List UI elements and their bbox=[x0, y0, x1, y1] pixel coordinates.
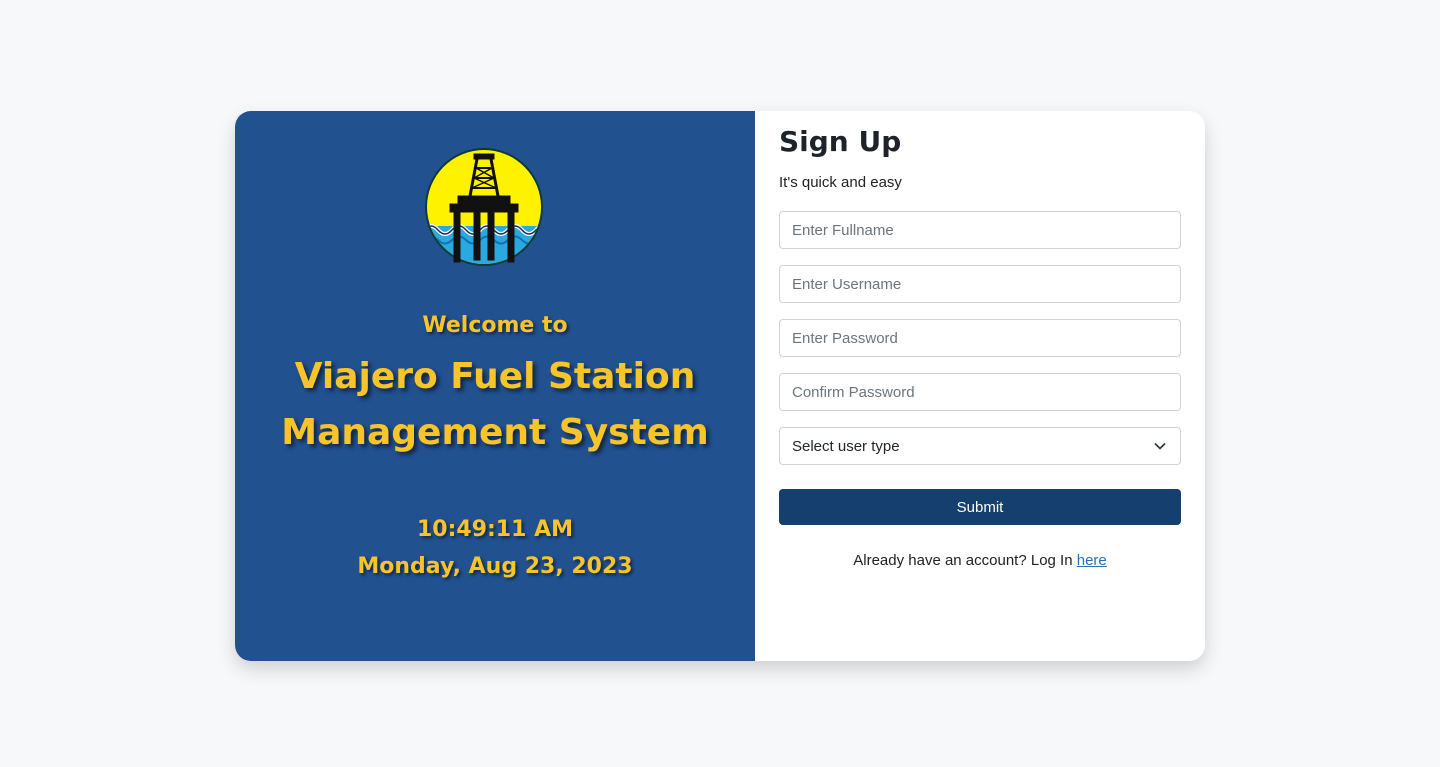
username-input[interactable] bbox=[779, 265, 1181, 303]
clock-display: 10:49:11 AM Monday, Aug 23, 2023 bbox=[235, 511, 755, 585]
form-title: Sign Up bbox=[779, 125, 902, 158]
oil-rig-logo-icon bbox=[425, 148, 543, 266]
app-name-line-1: Viajero Fuel Station bbox=[294, 356, 696, 397]
clock-time: 10:49:11 AM bbox=[416, 517, 574, 542]
welcome-text: Welcome to bbox=[422, 313, 568, 338]
submit-button[interactable]: Submit bbox=[779, 489, 1181, 525]
form-subtitle: It's quick and easy bbox=[779, 174, 902, 191]
fullname-input[interactable] bbox=[779, 211, 1181, 249]
user-type-select[interactable]: Select user type bbox=[779, 427, 1181, 465]
login-link[interactable]: here bbox=[1077, 552, 1107, 569]
clock-date: Monday, Aug 23, 2023 bbox=[357, 554, 633, 579]
user-type-value: Select user type bbox=[792, 437, 900, 455]
login-prompt: Already have an account? Log In here bbox=[779, 552, 1181, 569]
signup-form-panel: Sign Up It's quick and easy Select user … bbox=[755, 111, 1205, 661]
welcome-panel: Welcome to Viajero Fuel Station Manageme… bbox=[235, 111, 755, 661]
confirm-password-input[interactable] bbox=[779, 373, 1181, 411]
login-prompt-text: Already have an account? Log In bbox=[853, 552, 1077, 569]
signup-card: Welcome to Viajero Fuel Station Manageme… bbox=[235, 111, 1205, 661]
password-input[interactable] bbox=[779, 319, 1181, 357]
app-name-line-2: Management System bbox=[281, 412, 709, 453]
app-name: Viajero Fuel Station Management System bbox=[235, 349, 755, 461]
chevron-down-icon bbox=[1154, 443, 1166, 450]
